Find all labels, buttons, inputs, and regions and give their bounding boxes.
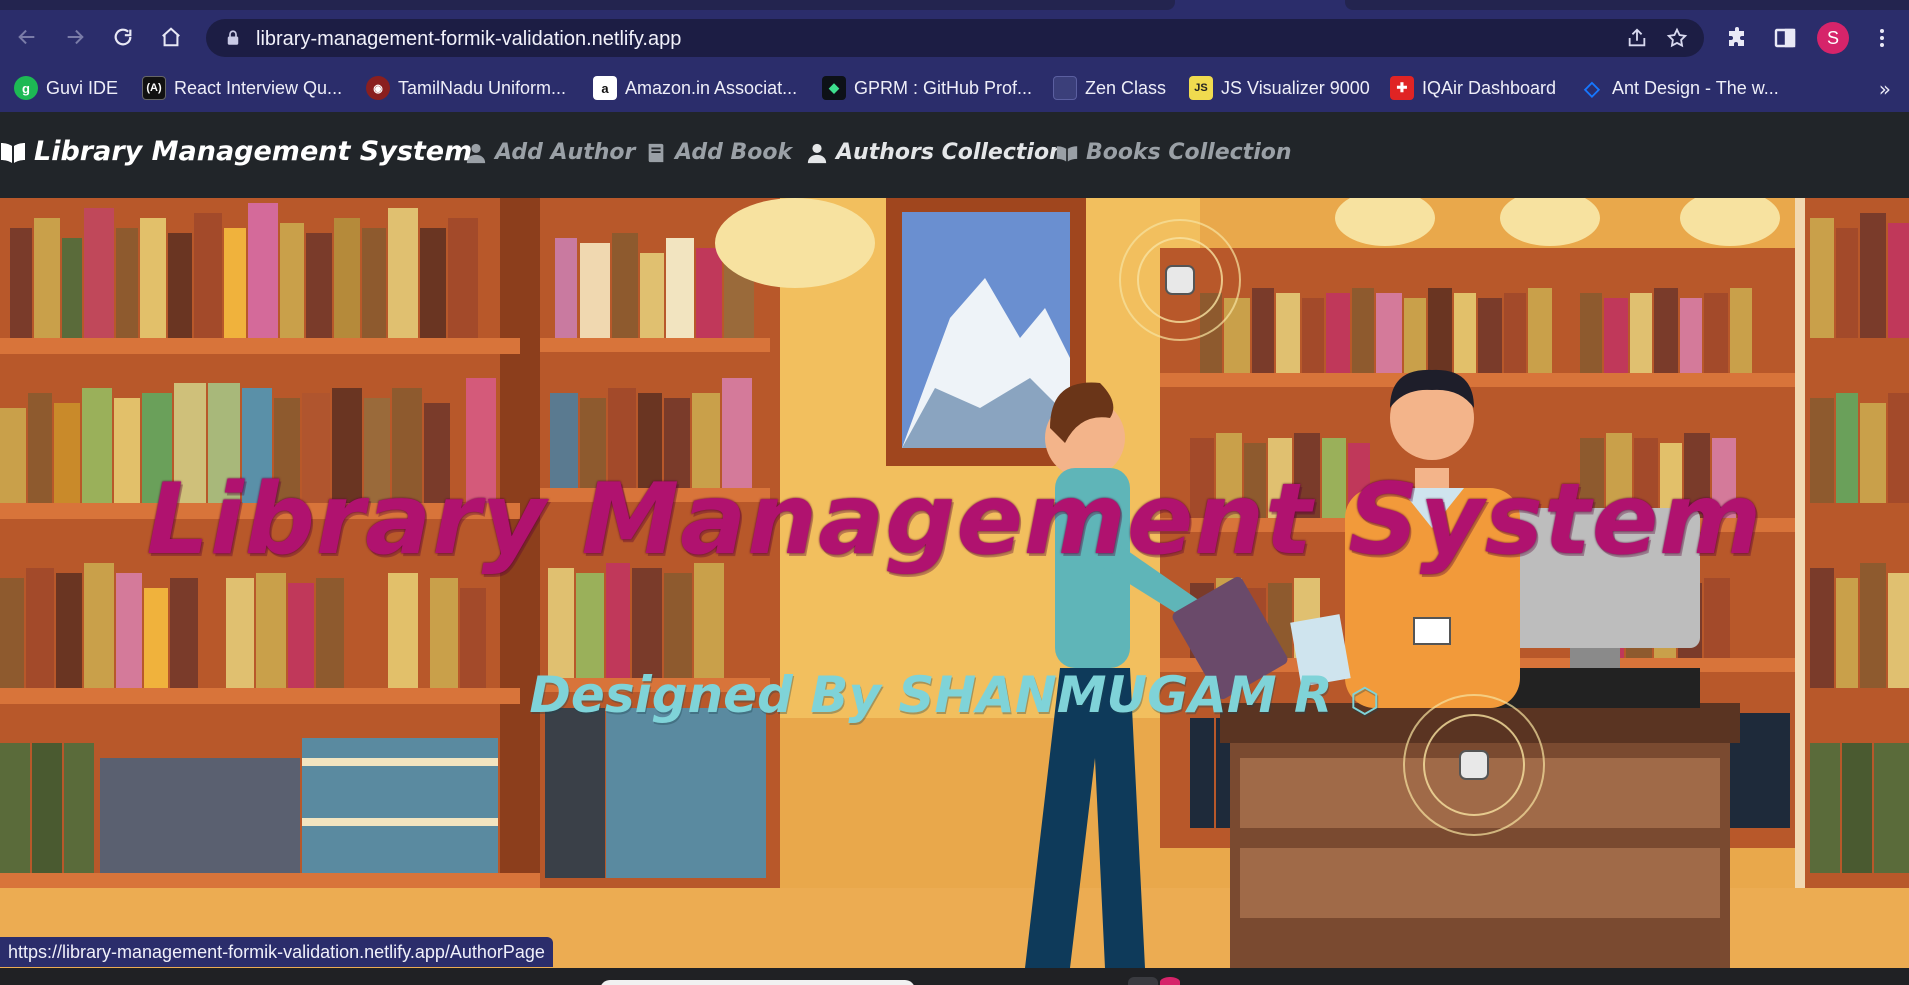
bookmark-label: TamilNadu Uniform... xyxy=(398,77,567,98)
bookmark-item[interactable]: ◆ GPRM : GitHub Prof... xyxy=(822,73,1032,103)
extensions-icon[interactable] xyxy=(1726,26,1750,50)
bookmark-label: JS Visualizer 9000 xyxy=(1221,77,1370,98)
iqair-icon: ✚ xyxy=(1390,76,1414,100)
tab-strip xyxy=(0,0,1909,10)
guvi-icon: g xyxy=(14,76,38,100)
bookmark-label: IQAir Dashboard xyxy=(1422,77,1557,98)
hero-title: Library Management System xyxy=(146,463,1763,577)
amazon-icon: a xyxy=(593,76,617,100)
bookmark-item[interactable]: Zen Class xyxy=(1053,73,1166,103)
app-navbar: Library Management System Add Author Add… xyxy=(0,112,1909,198)
open-book-icon xyxy=(1,142,25,163)
nav-link-label: Authors Collection xyxy=(836,140,1065,165)
back-button[interactable] xyxy=(10,20,44,54)
bookmark-label: Ant Design - The w... xyxy=(1612,77,1779,98)
brand-label: Library Management System xyxy=(34,136,473,167)
nav-link-label: Add Book xyxy=(675,140,793,165)
address-bar-url[interactable]: library-management-formik-validation.net… xyxy=(256,28,681,51)
nav-link-add-author[interactable]: Add Author xyxy=(465,140,635,165)
user-icon xyxy=(807,143,827,163)
navbar-brand[interactable]: Library Management System xyxy=(0,136,472,167)
bookmark-item[interactable]: a Amazon.in Associat... xyxy=(593,73,797,103)
bookmark-item[interactable]: (A) React Interview Qu... xyxy=(142,73,342,103)
taskbar-strip xyxy=(0,968,1909,985)
lock-icon xyxy=(227,30,239,45)
cube-icon: ⬡ xyxy=(1349,681,1380,721)
hero-subtitle-text: Designed By SHANMUGAM R xyxy=(529,666,1333,724)
gprm-icon: ◆ xyxy=(822,76,846,100)
nav-link-label: Books Collection xyxy=(1086,140,1292,165)
antd-icon: ◇ xyxy=(1584,77,1600,100)
share-icon[interactable] xyxy=(1626,27,1648,49)
library-illustration xyxy=(0,198,1909,968)
react-icon: (A) xyxy=(142,76,166,100)
forward-button[interactable] xyxy=(58,20,92,54)
browser-tab[interactable] xyxy=(0,0,1175,10)
star-icon[interactable] xyxy=(1666,27,1688,49)
bookmark-label: Guvi IDE xyxy=(46,77,119,98)
hero-banner: Library Management System Designed By SH… xyxy=(0,198,1909,968)
bookmark-item[interactable]: JS JS Visualizer 9000 xyxy=(1189,73,1370,103)
nav-link-books-collection[interactable]: Books Collection xyxy=(1056,140,1292,165)
bookmark-item[interactable]: ✚ IQAir Dashboard xyxy=(1390,73,1556,103)
home-icon xyxy=(162,27,180,47)
bookmark-label: Amazon.in Associat... xyxy=(625,77,798,98)
profile-avatar[interactable]: S xyxy=(1817,22,1849,54)
nav-link-label: Add Author xyxy=(495,140,636,165)
reload-button[interactable] xyxy=(106,20,140,54)
browser-toolbar: library-management-formik-validation.net… xyxy=(0,10,1909,65)
taskbar-app[interactable] xyxy=(1160,977,1180,985)
nav-link-add-book[interactable]: Add Book xyxy=(645,140,792,165)
bookmark-item[interactable]: g Guvi IDE xyxy=(14,73,118,103)
bookmark-item[interactable]: ◇ Ant Design - The w... xyxy=(1580,73,1779,103)
browser-tab[interactable] xyxy=(1345,0,1909,10)
forward-arrow-icon xyxy=(67,29,84,45)
bookmark-label: GPRM : GitHub Prof... xyxy=(854,77,1033,98)
nav-link-authors-collection[interactable]: Authors Collection xyxy=(806,140,1065,165)
bookmark-label: React Interview Qu... xyxy=(174,77,343,98)
user-icon xyxy=(466,143,486,163)
back-arrow-icon xyxy=(18,29,35,45)
address-bar[interactable]: library-management-formik-validation.net… xyxy=(206,19,1704,57)
bookmark-label: Zen Class xyxy=(1085,77,1167,98)
bookmark-item[interactable]: ◉ TamilNadu Uniform... xyxy=(366,73,566,103)
hero-subtitle: Designed By SHANMUGAM R ⬡ xyxy=(0,666,1909,724)
book-icon xyxy=(648,143,664,162)
open-book-icon xyxy=(1056,145,1078,161)
js-icon: JS xyxy=(1189,76,1213,100)
zen-icon xyxy=(1053,76,1077,100)
home-button[interactable] xyxy=(154,20,188,54)
taskbar-search[interactable] xyxy=(600,980,915,985)
bookmarks-bar: g Guvi IDE (A) React Interview Qu... ◉ T… xyxy=(0,65,1909,112)
reload-icon xyxy=(114,28,132,46)
link-preview-status: https://library-management-formik-valida… xyxy=(0,937,553,967)
bookmarks-overflow-button[interactable]: » xyxy=(1879,77,1891,101)
taskbar-app[interactable] xyxy=(1128,977,1158,985)
tn-emblem-icon: ◉ xyxy=(366,76,390,100)
kebab-menu-icon[interactable] xyxy=(1870,26,1894,50)
side-panel-icon[interactable] xyxy=(1773,26,1797,50)
